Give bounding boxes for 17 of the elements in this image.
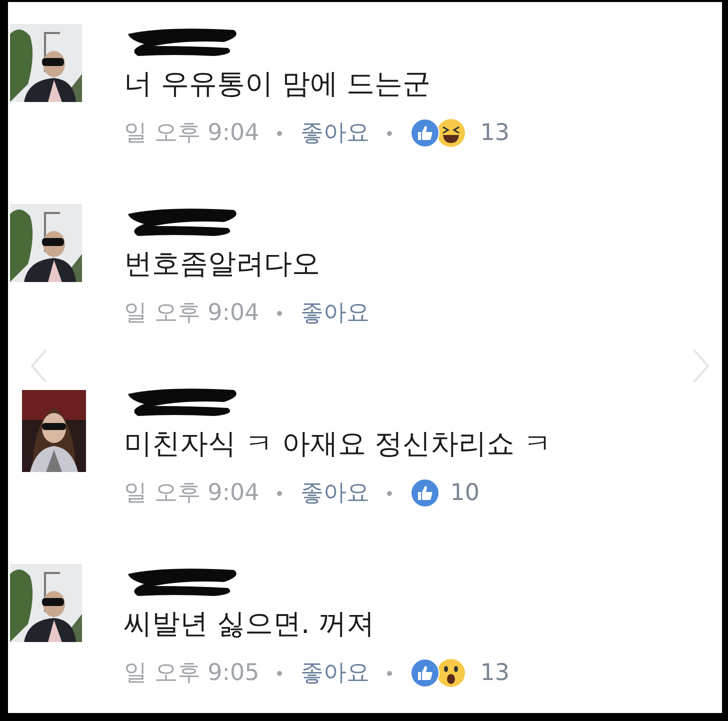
- reaction-count[interactable]: 10: [450, 478, 480, 508]
- reaction-count[interactable]: 13: [480, 658, 510, 688]
- like-link[interactable]: 좋아요: [300, 118, 370, 148]
- reaction-count[interactable]: 13: [480, 118, 510, 148]
- comment-time: 일 오후 9:05: [124, 659, 260, 688]
- comment-text: 씨발년 싫으면. 꺼져: [124, 606, 376, 642]
- chevron-left-icon[interactable]: [30, 348, 48, 384]
- like-link[interactable]: 좋아요: [300, 658, 370, 688]
- comment-text: 너 우유통이 맘에 드는군: [124, 66, 432, 102]
- comment-time: 일 오후 9:04: [124, 479, 260, 508]
- chevron-right-icon[interactable]: [692, 348, 710, 384]
- like-link[interactable]: 좋아요: [300, 298, 370, 328]
- comment-text: 미친자식 ㅋ 아재요 정신차리쇼 ㅋ: [124, 426, 552, 462]
- comment-text: 번호좀알려다오: [124, 246, 321, 282]
- comment-time: 일 오후 9:04: [124, 299, 260, 328]
- comment-time: 일 오후 9:04: [124, 119, 260, 148]
- like-link[interactable]: 좋아요: [300, 478, 370, 508]
